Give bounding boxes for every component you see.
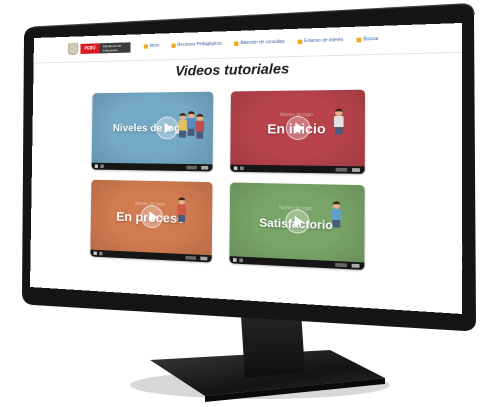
hd-icon[interactable] bbox=[335, 262, 347, 268]
link-icon bbox=[297, 39, 303, 44]
nav-label: Recursos Pedagógicos bbox=[177, 41, 222, 48]
student-figure bbox=[177, 197, 187, 223]
volume-icon[interactable] bbox=[99, 251, 103, 256]
play-button[interactable] bbox=[285, 209, 310, 234]
fullscreen-icon[interactable] bbox=[200, 256, 208, 261]
nav-label: Atención de consultas bbox=[240, 39, 285, 46]
nav-label: Inicio bbox=[149, 43, 160, 49]
volume-icon[interactable] bbox=[100, 164, 104, 169]
nav-item-recursos[interactable]: Recursos Pedagógicos bbox=[171, 41, 222, 48]
fullscreen-icon[interactable] bbox=[352, 168, 360, 172]
video-controls bbox=[91, 162, 213, 172]
logo-ministry: Ministerio de Educación bbox=[99, 42, 131, 54]
nav-item-inicio[interactable]: Inicio bbox=[143, 43, 160, 49]
play-control-icon[interactable] bbox=[94, 164, 99, 168]
student-figure bbox=[178, 113, 187, 138]
play-control-icon[interactable] bbox=[93, 251, 97, 256]
play-control-icon[interactable] bbox=[233, 258, 237, 262]
book-icon bbox=[171, 43, 176, 48]
video-en-inicio[interactable]: Niveles de logro En inicio bbox=[230, 89, 366, 174]
hd-icon[interactable] bbox=[186, 165, 197, 170]
nav-item-buscar[interactable]: Buscar bbox=[356, 36, 379, 43]
coat-of-arms-icon bbox=[67, 43, 79, 56]
video-controls bbox=[230, 164, 365, 174]
video-controls bbox=[90, 249, 212, 263]
nav-item-consultas[interactable]: Atención de consultas bbox=[234, 39, 285, 46]
play-button[interactable] bbox=[156, 116, 179, 140]
play-control-icon[interactable] bbox=[233, 166, 238, 171]
monitor-scene: PERÚ Ministerio de Educación Inicio Recu… bbox=[0, 0, 488, 407]
fullscreen-icon[interactable] bbox=[201, 165, 209, 170]
volume-icon[interactable] bbox=[240, 166, 244, 171]
video-controls bbox=[229, 256, 365, 270]
browser-page: PERÚ Ministerio de Educación Inicio Recu… bbox=[29, 22, 462, 314]
student-figure bbox=[195, 113, 205, 139]
hd-icon[interactable] bbox=[185, 255, 196, 260]
fullscreen-icon[interactable] bbox=[351, 263, 360, 268]
volume-icon[interactable] bbox=[239, 258, 243, 263]
logo-country: PERÚ bbox=[80, 43, 100, 54]
search-icon bbox=[356, 37, 362, 42]
main-nav: Inicio Recursos Pedagógicos Atención de … bbox=[143, 36, 379, 49]
video-niveles-de-logro[interactable]: Niveles de logro bbox=[91, 91, 214, 172]
video-satisfactorio[interactable]: Niveles de logro Satisfactorio bbox=[229, 182, 365, 270]
home-icon bbox=[143, 43, 148, 49]
hd-icon[interactable] bbox=[335, 167, 348, 172]
nav-label: Buscar bbox=[363, 36, 379, 43]
video-en-proceso[interactable]: Niveles de logro En proceso bbox=[90, 179, 213, 263]
play-button[interactable] bbox=[285, 116, 311, 140]
nav-label: Enlaces de interés bbox=[304, 37, 344, 44]
nav-item-enlaces[interactable]: Enlaces de interés bbox=[297, 37, 344, 44]
site-logo[interactable]: PERÚ Ministerio de Educación bbox=[67, 41, 131, 56]
student-figure bbox=[331, 201, 342, 228]
question-icon bbox=[234, 41, 239, 46]
student-figure bbox=[186, 111, 196, 136]
student-figure bbox=[333, 108, 344, 135]
